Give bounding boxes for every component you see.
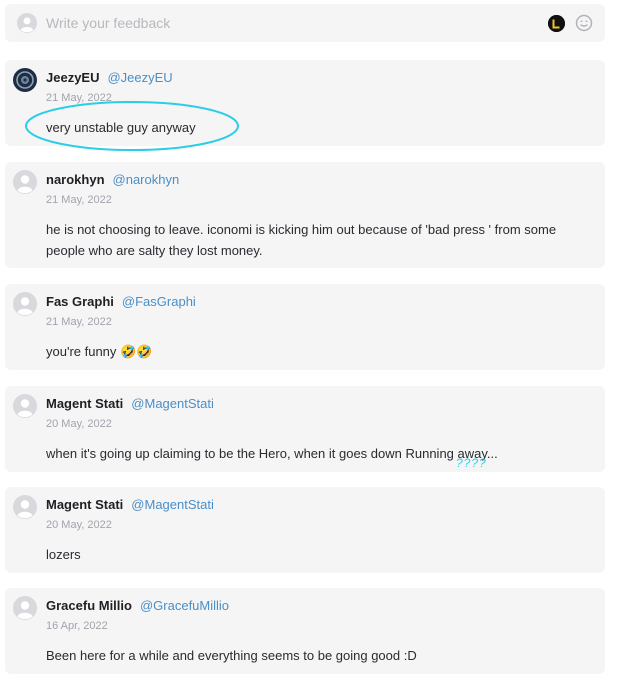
comment-card: Magent Stati @MagentStati 20 May, 2022 lo… [5,487,605,573]
author-handle[interactable]: @MagentStati [131,497,214,512]
comment-card: Gracefu Millio @GracefuMillio 16 Apr, 202… [5,588,605,674]
user-avatar-icon[interactable] [13,495,37,519]
comment-text: Been here for a while and everything see… [46,648,417,663]
comment-date: 16 Apr, 2022 [46,620,108,632]
user-avatar-icon [17,13,37,33]
user-avatar-icon[interactable] [13,596,37,620]
user-avatar-icon[interactable] [13,170,37,194]
comment-author[interactable]: JeezyEU @JeezyEU [46,70,173,85]
author-name: Gracefu Millio [46,598,132,613]
comment-card: Magent Stati @MagentStati 20 May, 2022 wh… [5,386,605,472]
comment-author[interactable]: Magent Stati @MagentStati [46,497,214,512]
comment-text: he is not choosing to leave. iconomi is … [46,222,557,258]
author-handle[interactable]: @FasGraphi [122,294,196,309]
comment-date: 20 May, 2022 [46,418,112,430]
comment-text: you're funny 🤣🤣 [46,344,153,359]
comment-text: lozers [46,547,81,562]
author-handle[interactable]: @MagentStati [131,396,214,411]
smiley-icon [575,14,593,32]
author-handle[interactable]: @JeezyEU [107,70,172,85]
author-name: Fas Graphi [46,294,114,309]
comment-author[interactable]: Fas Graphi @FasGraphi [46,294,196,309]
comment-date: 21 May, 2022 [46,194,112,206]
comment-author[interactable]: Magent Stati @MagentStati [46,396,214,411]
author-name: JeezyEU [46,70,100,85]
comment-card: narokhyn @narokhyn 21 May, 2022 he is not… [5,162,605,268]
comment-date: 20 May, 2022 [46,519,112,531]
author-name: narokhyn [46,172,105,187]
brand-logo-button[interactable] [548,15,565,32]
author-handle[interactable]: @GracefuMillio [140,598,229,613]
feedback-input[interactable] [46,14,516,32]
comment-author[interactable]: Gracefu Millio @GracefuMillio [46,598,229,613]
comment-text: very unstable guy anyway [46,120,196,135]
comment-card: Fas Graphi @FasGraphi 21 May, 2022 you're… [5,284,605,370]
author-name: Magent Stati [46,396,124,411]
feedback-bar [5,4,605,42]
comment-card: JeezyEU @JeezyEU 21 May, 2022 very unstab… [5,60,605,146]
comment-date: 21 May, 2022 [46,92,112,104]
emoji-button[interactable] [575,14,593,32]
author-name: Magent Stati [46,497,124,512]
comment-author[interactable]: narokhyn @narokhyn [46,172,179,187]
comment-date: 21 May, 2022 [46,316,112,328]
user-avatar-icon[interactable] [13,292,37,316]
user-avatar-icon[interactable] [13,68,37,92]
author-handle[interactable]: @narokhyn [113,172,180,187]
comment-text: when it's going up claiming to be the He… [46,446,498,461]
user-avatar-icon[interactable] [13,394,37,418]
brand-logo-icon [548,15,565,32]
